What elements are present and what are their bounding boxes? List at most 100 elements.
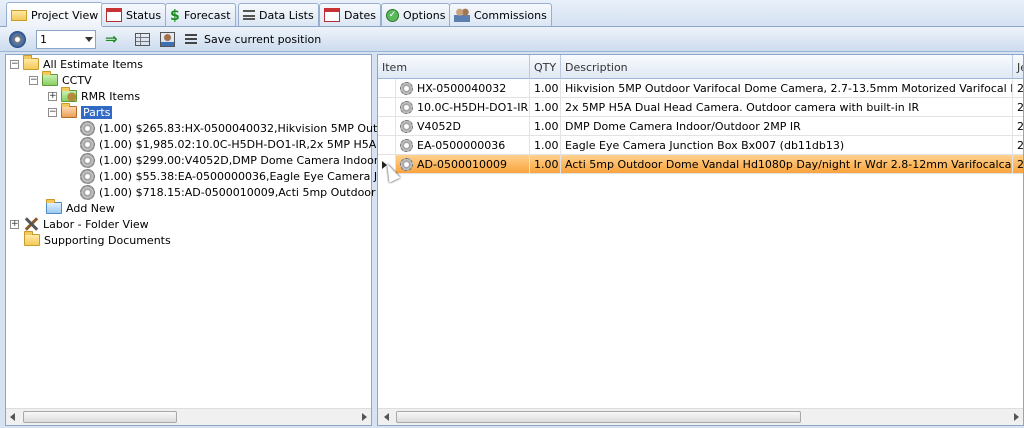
tree-node-part-item[interactable]: (1.00) $55.38:EA-0500000036,Eagle Eye Ca… <box>80 168 391 184</box>
extra-cell[interactable]: 2( <box>1013 155 1023 174</box>
description-cell[interactable]: Eagle Eye Camera Junction Box Bx007 (db1… <box>561 136 1013 155</box>
column-header-extra[interactable]: Je <box>1013 55 1023 79</box>
item-cell[interactable]: 10.0C-H5DH-DO1-IR <box>396 98 530 117</box>
table-row[interactable]: 10.0C-H5DH-DO1-IR 1.00 2x 5MP H5A Dual H… <box>378 98 1023 117</box>
description-cell[interactable]: DMP Dome Camera Indoor/Outdoor 2MP IR <box>561 117 1013 136</box>
tab-commissions[interactable]: Commissions <box>449 3 552 26</box>
qty-cell[interactable]: 1.00 <box>530 155 561 174</box>
column-header-item[interactable]: Item <box>378 55 530 79</box>
row-indicator[interactable] <box>378 98 396 117</box>
toolbar: 1 ⇒ Save current position <box>0 27 1024 52</box>
level-combo[interactable]: 1 <box>36 30 96 49</box>
collapse-icon[interactable]: − <box>10 59 19 69</box>
scroll-left-icon[interactable] <box>10 413 15 421</box>
gear-icon <box>80 136 95 152</box>
item-cell[interactable]: HX-0500040032 <box>396 79 530 98</box>
tree-horizontal-scrollbar[interactable] <box>6 408 371 425</box>
tab-options[interactable]: ✓ Options <box>381 3 451 26</box>
extra-cell[interactable]: 2( <box>1013 136 1023 155</box>
gear-icon <box>80 152 95 168</box>
grid-header: Item QTY Description Je <box>378 55 1023 79</box>
tab-bar: Project View Status $ Forecast Data List… <box>0 0 1024 27</box>
qty-cell[interactable]: 1.00 <box>530 117 561 136</box>
folder-icon <box>42 71 58 86</box>
tab-project-view[interactable]: Project View <box>6 2 104 27</box>
column-header-description[interactable]: Description <box>561 55 1013 79</box>
table-row[interactable]: EA-0500000036 1.00 Eagle Eye Camera Junc… <box>378 136 1023 155</box>
tab-label: Project View <box>31 8 99 22</box>
item-cell[interactable]: AD-0500010009 <box>396 155 530 174</box>
tree-node-add-new[interactable]: Add New <box>46 199 115 216</box>
gear-icon <box>400 120 413 133</box>
grid-horizontal-scrollbar[interactable] <box>378 408 1023 425</box>
tree-node-all-estimate-items[interactable]: − All Estimate Items <box>10 55 143 72</box>
tree-node-label: Add New <box>66 201 115 215</box>
calendar-icon <box>106 8 122 22</box>
table-row[interactable]: V4052D 1.00 DMP Dome Camera Indoor/Outdo… <box>378 117 1023 136</box>
expand-icon[interactable]: + <box>48 91 57 101</box>
table-row-selected[interactable]: AD-0500010009 1.00 Acti 5mp Outdoor Dome… <box>378 155 1023 174</box>
collapse-icon[interactable]: − <box>48 107 57 117</box>
tree-node-part-item[interactable]: (1.00) $1,985.02:10.0C-H5DH-DO1-IR,2x 5M… <box>80 136 388 152</box>
tab-dates[interactable]: Dates <box>319 3 382 26</box>
qty-cell[interactable]: 1.00 <box>530 136 561 155</box>
tree-node-parts[interactable]: − Parts <box>48 103 113 120</box>
tree-node-part-item[interactable]: (1.00) $265.83:HX-0500040032,Hikvision 5… <box>80 120 391 136</box>
tree-node-label: (1.00) $55.38:EA-0500000036,Eagle Eye Ca… <box>99 169 392 183</box>
tab-data-lists[interactable]: Data Lists <box>238 3 319 26</box>
extra-cell[interactable]: 2( <box>1013 98 1023 117</box>
tree-node-label: RMR Items <box>81 89 141 103</box>
folder-icon <box>11 9 27 21</box>
tab-label: Dates <box>344 8 377 22</box>
description-cell[interactable]: Hikvision 5MP Outdoor Varifocal Dome Cam… <box>561 79 1013 98</box>
item-cell[interactable]: EA-0500000036 <box>396 136 530 155</box>
grid-pane[interactable]: Item QTY Description Je HX-0500040032 1.… <box>377 54 1024 426</box>
collapse-icon[interactable]: − <box>29 75 38 85</box>
chevron-down-icon[interactable] <box>85 37 93 42</box>
parts-folder-icon <box>61 103 77 118</box>
settings-gear-icon[interactable] <box>9 30 26 48</box>
row-indicator[interactable] <box>378 117 396 136</box>
row-indicator[interactable] <box>378 136 396 155</box>
tree-node-part-item[interactable]: (1.00) $718.15:AD-0500010009,Acti 5mp Ou… <box>80 184 388 200</box>
expand-icon[interactable]: + <box>10 219 19 229</box>
tree-node-supporting-documents[interactable]: Supporting Documents <box>24 231 171 248</box>
tab-label: Data Lists <box>259 8 314 22</box>
description-cell[interactable]: Acti 5mp Outdoor Dome Vandal Hd1080p Day… <box>561 155 1013 174</box>
column-header-qty[interactable]: QTY <box>530 55 561 79</box>
scroll-right-icon[interactable] <box>1014 413 1019 421</box>
tab-forecast[interactable]: $ Forecast <box>165 3 236 26</box>
scroll-left-icon[interactable] <box>384 413 389 421</box>
qty-cell[interactable]: 1.00 <box>530 79 561 98</box>
save-position-button[interactable]: Save current position <box>185 30 321 48</box>
tree-node-rmr-items[interactable]: + RMR Items <box>48 87 141 104</box>
scrollbar-thumb[interactable] <box>23 411 177 423</box>
scroll-right-icon[interactable] <box>362 413 367 421</box>
save-position-label: Save current position <box>204 32 322 46</box>
tab-label: Options <box>403 8 446 22</box>
rmr-folder-icon <box>61 87 77 102</box>
gear-icon <box>80 120 95 136</box>
tree-node-label: Supporting Documents <box>44 233 171 247</box>
grid-view-icon[interactable] <box>135 30 150 48</box>
extra-cell[interactable]: 2( <box>1013 117 1023 136</box>
description-cell[interactable]: 2x 5MP H5A Dual Head Camera. Outdoor cam… <box>561 98 1013 117</box>
contact-card-icon[interactable] <box>160 30 175 48</box>
arrow-right-icon[interactable]: ⇒ <box>105 30 118 48</box>
extra-cell[interactable]: 2( <box>1013 79 1023 98</box>
scrollbar-thumb[interactable] <box>396 411 801 423</box>
item-cell[interactable]: V4052D <box>396 117 530 136</box>
tab-status[interactable]: Status <box>101 3 167 26</box>
tree-node-label: (1.00) $299.00:V4052D,DMP Dome Camera In… <box>99 153 391 167</box>
calendar-icon <box>324 8 340 22</box>
tree-node-labor[interactable]: + Labor - Folder View <box>10 216 149 232</box>
tree-node-part-item[interactable]: (1.00) $299.00:V4052D,DMP Dome Camera In… <box>80 152 391 168</box>
row-indicator[interactable] <box>378 79 396 98</box>
people-icon <box>454 8 470 22</box>
table-row[interactable]: HX-0500040032 1.00 Hikvision 5MP Outdoor… <box>378 79 1023 98</box>
tree-node-cctv[interactable]: − CCTV <box>29 71 92 88</box>
tree-pane[interactable]: − All Estimate Items − CCTV + RMR Items … <box>5 54 391 426</box>
check-circle-icon: ✓ <box>386 8 399 22</box>
qty-cell[interactable]: 1.00 <box>530 98 561 117</box>
list-icon <box>243 10 255 20</box>
